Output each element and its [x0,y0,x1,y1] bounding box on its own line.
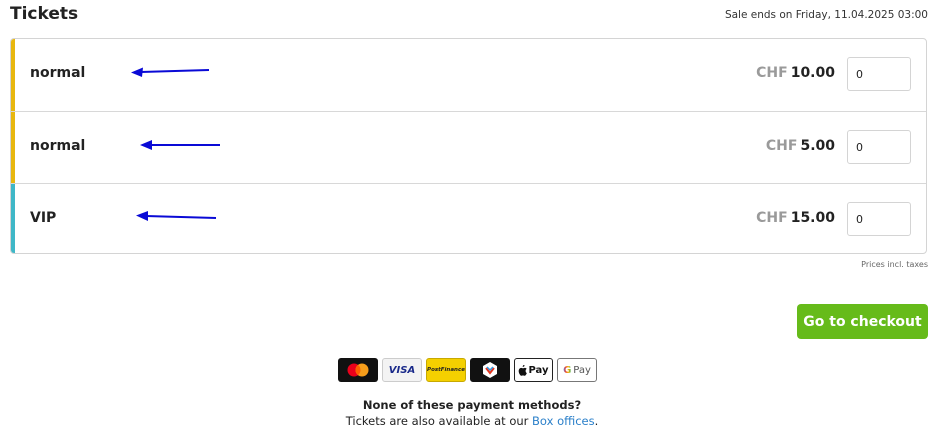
annotation-arrow-icon [131,67,210,77]
page-title: Tickets [10,4,79,24]
google-g-icon: G [563,364,572,376]
ticket-price: CHF 15.00 [756,210,835,226]
mastercard-icon [338,358,378,382]
ticket-price: CHF 10.00 [756,65,835,81]
ticket-page: Tickets Sale ends on Friday, 11.04.2025 … [0,0,944,435]
checkout-button[interactable]: Go to checkout [797,304,928,339]
price-amount: 15.00 [790,210,835,226]
price-currency: CHF [756,210,788,226]
category-color-bar [11,39,15,111]
ticket-row-normal-10: normal CHF 10.00 [11,39,926,111]
ticket-row-vip: VIP CHF 15.00 [11,183,926,253]
category-color-bar [11,184,15,253]
quantity-input[interactable] [847,202,911,236]
no-payment-methods-question: None of these payment methods? [362,398,582,412]
quantity-input[interactable] [847,130,911,164]
price-currency: CHF [765,138,798,154]
ticket-price: CHF 5.00 [766,138,835,154]
visa-icon: VISA [382,358,422,382]
prices-note: Prices incl. taxes [861,260,928,269]
box-offices-link[interactable]: Box offices [532,414,595,428]
ticket-name: normal [30,138,86,154]
annotation-arrow-icon [140,140,220,150]
box-office-period: . [594,414,599,428]
ticket-name: normal [30,65,86,81]
price-currency: CHF [756,65,788,81]
ticket-list: normal CHF10.00 normal CHF5.00 VIP [10,38,927,254]
google-pay-label: Pay [573,364,591,376]
annotation-arrow-icon [136,211,217,221]
payment-methods: VISA PostFinance Pay G Pay [338,358,597,382]
postfinance-icon: PostFinance [426,358,466,382]
quantity-input[interactable] [847,57,911,91]
twint-icon [470,358,510,382]
box-office-note: Tickets are also available at our Box of… [0,414,944,428]
ticket-row-normal-5: normal CHF 5.00 [11,111,926,183]
category-color-bar [11,112,15,183]
google-pay-icon: G Pay [557,358,597,382]
ticket-name: VIP [30,210,57,226]
box-office-text: Tickets are also available at our [345,414,533,428]
apple-pay-label: Pay [528,364,549,376]
price-amount: 10.00 [790,65,835,81]
apple-pay-icon: Pay [514,358,553,382]
price-amount: 5.00 [800,138,835,154]
sale-ends-text: Sale ends on Friday, 11.04.2025 03:00 [724,9,928,21]
